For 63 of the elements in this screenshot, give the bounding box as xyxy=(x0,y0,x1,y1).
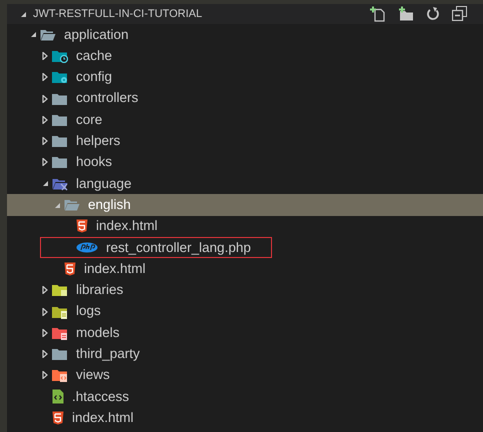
tree-item[interactable]: index.html xyxy=(7,216,483,237)
folder-icon xyxy=(52,283,68,298)
tree-item[interactable]: application xyxy=(7,24,483,46)
tree-item[interactable]: core xyxy=(7,109,483,130)
new-file-icon[interactable] xyxy=(370,6,386,22)
tree-item[interactable]: config xyxy=(7,66,483,88)
folder-name: helpers xyxy=(76,132,120,150)
folder-icon xyxy=(52,155,68,170)
file-name: index.html xyxy=(72,408,134,427)
open-folder-icon xyxy=(64,198,80,212)
folder-name: views xyxy=(76,366,110,384)
tree-item[interactable]: .htaccess xyxy=(7,386,483,408)
tree-item[interactable]: views xyxy=(7,364,483,386)
new-folder-icon[interactable] xyxy=(398,6,414,22)
php-file-icon xyxy=(76,242,98,254)
folder-icon xyxy=(52,134,68,148)
code-file-icon xyxy=(52,389,64,404)
html-file-icon xyxy=(76,219,88,234)
folder-name: application xyxy=(64,26,129,44)
collapse-all-icon[interactable] xyxy=(452,6,467,21)
tree-item[interactable]: language xyxy=(7,173,483,194)
tree-item[interactable]: hooks xyxy=(7,152,483,174)
tree-item[interactable]: controllers xyxy=(7,88,483,110)
folder-name: third_party xyxy=(76,344,140,363)
tree-item[interactable]: index.html xyxy=(7,407,483,429)
folder-name: config xyxy=(76,68,112,86)
file-name: .htaccess xyxy=(72,388,130,406)
folder-icon xyxy=(52,70,68,84)
tree-item[interactable]: cache xyxy=(7,45,483,67)
folder-name: cache xyxy=(76,46,112,65)
project-title: JWT-RESTFULL-IN-CI-TUTORIAL xyxy=(33,6,202,22)
folder-icon xyxy=(52,368,68,382)
tree-item[interactable]: index.html xyxy=(7,258,483,280)
file-name: rest_controller_lang.php xyxy=(106,238,251,257)
folder-name: language xyxy=(76,174,132,193)
folder-icon xyxy=(52,326,68,340)
folder-icon xyxy=(52,347,68,362)
refresh-icon[interactable] xyxy=(426,6,440,22)
html-file-icon xyxy=(52,410,64,425)
open-folder-icon xyxy=(52,176,68,191)
tree-item[interactable]: third_party xyxy=(7,343,483,365)
tree-item[interactable]: english xyxy=(7,194,483,216)
tree-item[interactable]: libraries xyxy=(7,280,483,301)
folder-name: core xyxy=(76,110,102,129)
tree-item[interactable]: helpers xyxy=(7,130,483,152)
folder-icon xyxy=(52,92,68,106)
folder-name: english xyxy=(88,196,131,214)
folder-icon xyxy=(52,304,68,318)
folder-name: hooks xyxy=(76,153,112,172)
tree-item[interactable]: logs xyxy=(7,300,483,322)
tree-item[interactable]: models xyxy=(7,322,483,344)
folder-name: logs xyxy=(76,302,101,320)
folder-name: libraries xyxy=(76,281,124,300)
folder-name: models xyxy=(76,324,120,342)
file-name: index.html xyxy=(96,217,158,236)
explorer-header[interactable]: JWT-RESTFULL-IN-CI-TUTORIAL xyxy=(7,4,483,24)
file-name: index.html xyxy=(84,260,146,278)
tree-item[interactable]: rest_controller_lang.php xyxy=(7,236,483,258)
folder-icon xyxy=(52,48,68,63)
open-folder-icon xyxy=(40,28,56,42)
folder-name: controllers xyxy=(76,89,138,108)
html-file-icon xyxy=(64,262,76,276)
folder-icon xyxy=(52,112,68,127)
